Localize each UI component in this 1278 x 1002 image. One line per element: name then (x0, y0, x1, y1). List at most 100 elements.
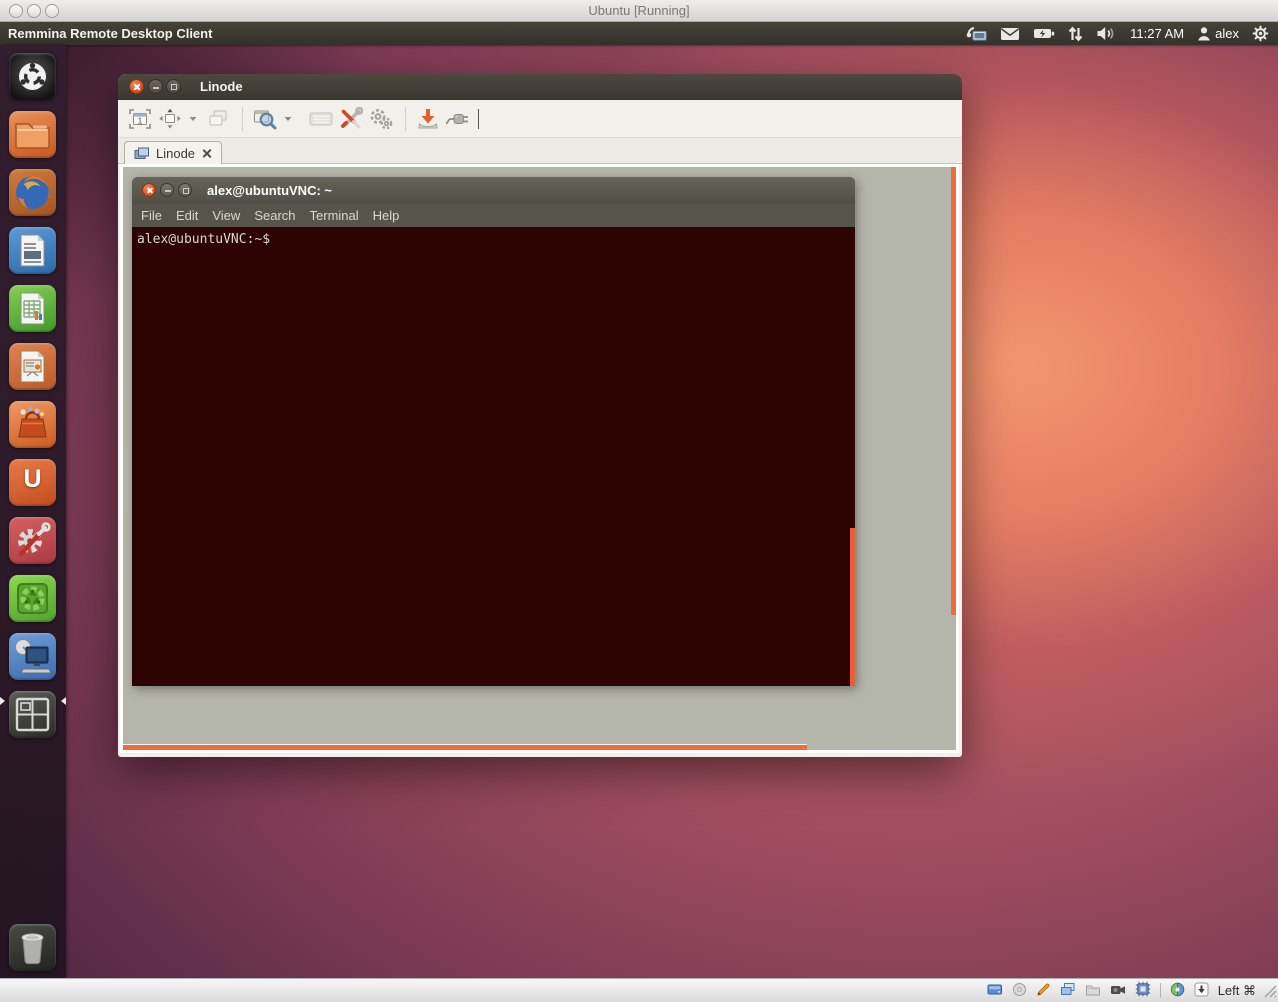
focused-indicator-arrow (61, 697, 66, 705)
username-label: alex (1215, 26, 1239, 41)
launcher-item-software-package[interactable] (9, 575, 56, 622)
launcher-item-ubuntu-software-center[interactable] (9, 401, 56, 448)
disconnect-button[interactable] (444, 104, 472, 134)
launcher-item-libreoffice-writer[interactable] (9, 227, 56, 274)
workspace-switcher-icon (9, 691, 56, 738)
hdd-status-icon[interactable] (987, 982, 1003, 1000)
resize-window-button[interactable]: 1 (126, 104, 154, 134)
remmina-window-title: Linode (200, 74, 243, 100)
terminal-window-title: alex@ubuntuVNC: ~ (207, 177, 332, 204)
terminal-titlebar[interactable]: alex@ubuntuVNC: ~ (132, 177, 855, 204)
menu-terminal[interactable]: Terminal (310, 208, 359, 223)
dash-home-icon (9, 53, 56, 100)
libreoffice-writer-icon (9, 227, 56, 274)
fullscreen-options-chevron[interactable] (186, 104, 200, 134)
menu-view[interactable]: View (212, 208, 240, 223)
terminal-close-button[interactable] (142, 183, 156, 197)
download-icon (416, 107, 440, 131)
remote-desktop-viewport[interactable]: alex@ubuntuVNC: ~ File Edit View Search … (120, 164, 959, 753)
grab-keyboard-button[interactable] (307, 104, 335, 134)
tab-linode[interactable]: Linode (124, 141, 222, 164)
volume-icon[interactable] (1096, 26, 1117, 41)
launcher-item-dash-home[interactable] (9, 53, 56, 100)
menu-file[interactable]: File (141, 208, 162, 223)
clock-label: 11:27 AM (1130, 26, 1184, 41)
launcher-item-workspace-switcher[interactable] (9, 691, 56, 738)
duplicate-connection-button[interactable] (204, 104, 232, 134)
trash-icon (9, 924, 56, 971)
active-app-title: Remmina Remote Desktop Client (8, 22, 212, 45)
clock[interactable]: 11:27 AM (1130, 26, 1184, 41)
window-close-button[interactable] (129, 79, 144, 94)
keyboard-capture-status-icon[interactable] (1194, 982, 1209, 1000)
cascade-windows-icon (206, 108, 230, 130)
remote-window-border-artifact-bottom (123, 744, 807, 750)
remmina-icon (9, 633, 56, 680)
virtualbox-statusbar: Left ⌘ (0, 978, 1278, 1002)
sync-arrows-icon[interactable] (1068, 26, 1083, 42)
vm-desktop: Remmina Remote Desktop Client 11:27 AM a… (0, 22, 1278, 978)
terminal-maximize-button[interactable] (178, 183, 192, 197)
session-gear-icon[interactable] (1252, 25, 1269, 42)
fullscreen-button[interactable] (156, 104, 184, 134)
launcher-item-libreoffice-calc[interactable] (9, 285, 56, 332)
optical-disc-status-icon[interactable] (1012, 982, 1027, 1000)
firefox-icon (9, 169, 56, 216)
folder-icon (9, 111, 56, 158)
terminal-screen[interactable]: alex@ubuntuVNC:~$ (132, 227, 855, 686)
ubuntu-one-letter: U (9, 465, 56, 494)
gears-icon (368, 107, 394, 131)
launcher-item-trash[interactable] (9, 924, 56, 971)
launcher-item-firefox[interactable] (9, 169, 56, 216)
shared-folder-status-icon[interactable] (1085, 982, 1101, 1000)
software-center-icon (9, 401, 56, 448)
resize-1to1-icon: 1 (128, 108, 152, 130)
plug-disconnect-icon (445, 107, 471, 131)
tab-close-icon[interactable] (201, 148, 212, 159)
indicator-area: 11:27 AM alex (965, 22, 1278, 45)
toolbar-separator (405, 107, 406, 131)
host-key-label: Left ⌘ (1218, 983, 1256, 999)
remmina-window: Linode 1 (118, 74, 962, 757)
mouse-integration-status-icon[interactable] (1170, 982, 1185, 1000)
remmina-tab-bar: Linode (118, 138, 962, 164)
menu-search[interactable]: Search (254, 208, 295, 223)
launcher-item-home-folder[interactable] (9, 111, 56, 158)
running-indicator-arrow (0, 697, 5, 705)
text-caret (478, 109, 479, 129)
mail-icon[interactable] (1000, 27, 1020, 41)
user-menu[interactable]: alex (1197, 26, 1239, 41)
scale-options-chevron[interactable] (281, 104, 295, 134)
fullscreen-icon (158, 108, 182, 130)
pen-status-icon[interactable] (1036, 982, 1051, 1000)
scaled-mode-button[interactable] (251, 104, 279, 134)
shared-windows-status-icon[interactable] (1060, 982, 1076, 1000)
network-icon[interactable] (965, 25, 987, 42)
launcher-item-system-settings[interactable] (9, 517, 56, 564)
terminal-menubar: File Edit View Search Terminal Help (132, 204, 855, 227)
window-maximize-button[interactable] (166, 79, 181, 94)
chevron-down-icon (283, 115, 293, 123)
preferences-tools-button[interactable] (337, 104, 365, 134)
terminal-minimize-button[interactable] (160, 183, 174, 197)
resize-grip[interactable] (1262, 983, 1277, 1001)
launcher-item-libreoffice-impress[interactable] (9, 343, 56, 390)
user-icon (1197, 26, 1211, 41)
launcher-item-ubuntu-one[interactable]: U (9, 459, 56, 506)
remmina-titlebar[interactable]: Linode (118, 74, 962, 100)
launcher-item-remmina[interactable] (9, 633, 56, 680)
screenshot-download-button[interactable] (414, 104, 442, 134)
usb-status-icon[interactable] (1135, 981, 1151, 1000)
remote-window-border-artifact-right (951, 167, 956, 615)
menu-edit[interactable]: Edit (176, 208, 198, 223)
video-capture-status-icon[interactable] (1110, 982, 1126, 1000)
toolbar-separator (242, 107, 243, 131)
terminal-scrollbar-artifact (850, 528, 855, 686)
libreoffice-calc-icon (9, 285, 56, 332)
window-minimize-button[interactable] (148, 79, 163, 94)
connection-settings-button[interactable] (367, 104, 395, 134)
software-package-icon (9, 575, 56, 622)
battery-icon[interactable] (1033, 27, 1055, 40)
scale-magnifier-icon (252, 107, 278, 131)
menu-help[interactable]: Help (373, 208, 400, 223)
